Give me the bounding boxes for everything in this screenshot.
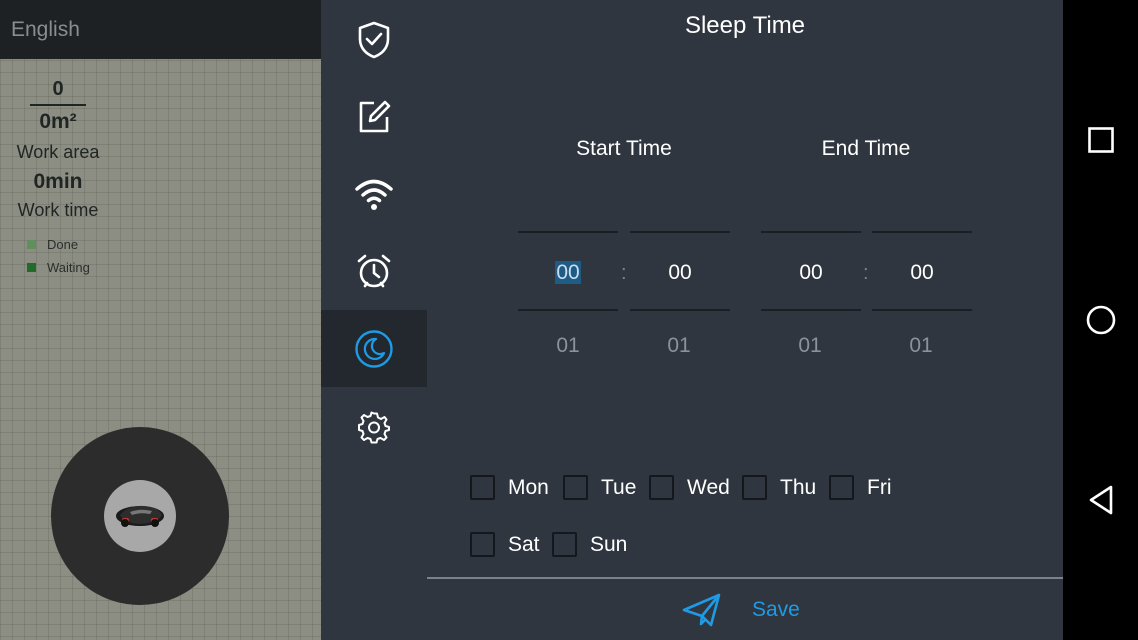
start-hour-line-bottom	[518, 309, 618, 311]
language-selector[interactable]: English	[0, 0, 321, 59]
day-checkbox-wed[interactable]: Wed	[649, 475, 730, 500]
settings-nav-rail	[321, 0, 427, 640]
back-icon	[1089, 485, 1112, 515]
fraction-line	[30, 104, 86, 106]
start-time-separator: :	[621, 262, 627, 284]
day-label: Fri	[867, 475, 892, 499]
nav-edit[interactable]	[321, 78, 427, 155]
send-icon	[682, 593, 721, 627]
map-panel: English 0 0m² Work area 0min Work time D…	[0, 0, 321, 640]
nav-schedule[interactable]	[321, 232, 427, 309]
end-hour-next[interactable]: 01	[760, 334, 860, 358]
start-hour-picker[interactable]: 00	[518, 261, 618, 285]
checkbox[interactable]	[829, 475, 854, 500]
start-minute-next[interactable]: 01	[629, 334, 729, 358]
day-checkbox-tue[interactable]: Tue	[563, 475, 636, 500]
start-time-label: Start Time	[576, 137, 672, 160]
checkbox[interactable]	[742, 475, 767, 500]
wifi-icon	[355, 179, 393, 210]
save-label: Save	[752, 598, 800, 621]
start-hour-next[interactable]: 01	[518, 334, 618, 358]
start-minute-picker[interactable]: 00	[630, 261, 730, 285]
legend-done: Done	[27, 237, 78, 252]
checkbox[interactable]	[470, 475, 495, 500]
end-minute-line-bottom	[872, 309, 972, 311]
home-icon	[1086, 305, 1115, 335]
nav-wifi[interactable]	[321, 155, 427, 232]
day-label: Sun	[590, 532, 628, 556]
edit-icon	[359, 100, 391, 132]
end-minute-line-top	[872, 231, 972, 233]
day-checkbox-thu[interactable]: Thu	[742, 475, 816, 500]
mower-robot-icon	[116, 505, 164, 527]
start-hour-line-top	[518, 231, 618, 233]
day-label: Tue	[601, 475, 637, 499]
start-minute-line-top	[630, 231, 730, 233]
checkbox[interactable]	[649, 475, 674, 500]
alarm-clock-icon	[357, 254, 391, 287]
day-label: Thu	[780, 475, 817, 499]
area-count: 0	[52, 78, 64, 100]
day-label: Sat	[508, 532, 540, 556]
system-navigation-bar	[1063, 0, 1138, 640]
work-time-value: 0min	[33, 170, 83, 193]
sleep-time-panel: Sleep Time Start Time End Time 00 : 00 0…	[427, 0, 1063, 640]
end-hour-picker[interactable]: 00	[761, 261, 861, 285]
legend-waiting-swatch	[27, 263, 36, 272]
end-minute-next[interactable]: 01	[871, 334, 971, 358]
day-checkbox-sat[interactable]: Sat	[470, 532, 540, 557]
end-hour-line-top	[761, 231, 861, 233]
page-title: Sleep Time	[684, 12, 806, 39]
legend-done-swatch	[27, 240, 36, 249]
nav-security[interactable]	[321, 1, 427, 78]
legend-waiting: Waiting	[27, 260, 90, 275]
moon-icon	[355, 329, 393, 368]
day-checkbox-sun[interactable]: Sun	[552, 532, 627, 557]
day-checkbox-mon[interactable]: Mon	[470, 475, 549, 500]
start-minute-line-bottom	[630, 309, 730, 311]
day-label: Mon	[508, 475, 549, 499]
start-hour-value[interactable]: 00	[555, 261, 581, 284]
checkbox[interactable]	[563, 475, 588, 500]
end-time-label: End Time	[821, 137, 911, 160]
home-button[interactable]	[1063, 290, 1138, 350]
work-area-value: 0m²	[39, 110, 77, 133]
checkbox[interactable]	[552, 532, 577, 557]
end-minute-picker[interactable]: 00	[872, 261, 972, 285]
work-area-label: Work area	[16, 142, 100, 162]
gear-icon	[358, 411, 390, 443]
recents-icon	[1087, 127, 1114, 153]
legend-waiting-label: Waiting	[47, 260, 90, 275]
save-button[interactable]: Save	[682, 588, 800, 632]
shield-check-icon	[358, 21, 390, 58]
nav-settings[interactable]	[321, 388, 427, 465]
end-time-separator: :	[863, 262, 869, 284]
end-hour-line-bottom	[761, 309, 861, 311]
work-time-label: Work time	[17, 200, 99, 220]
legend-done-label: Done	[47, 237, 79, 252]
checkbox[interactable]	[470, 532, 495, 557]
back-button[interactable]	[1063, 470, 1138, 530]
day-checkbox-fri[interactable]: Fri	[829, 475, 892, 500]
nav-sleep-time[interactable]	[321, 310, 427, 387]
divider	[427, 577, 1063, 579]
day-label: Wed	[687, 475, 730, 499]
recents-button[interactable]	[1063, 110, 1138, 170]
